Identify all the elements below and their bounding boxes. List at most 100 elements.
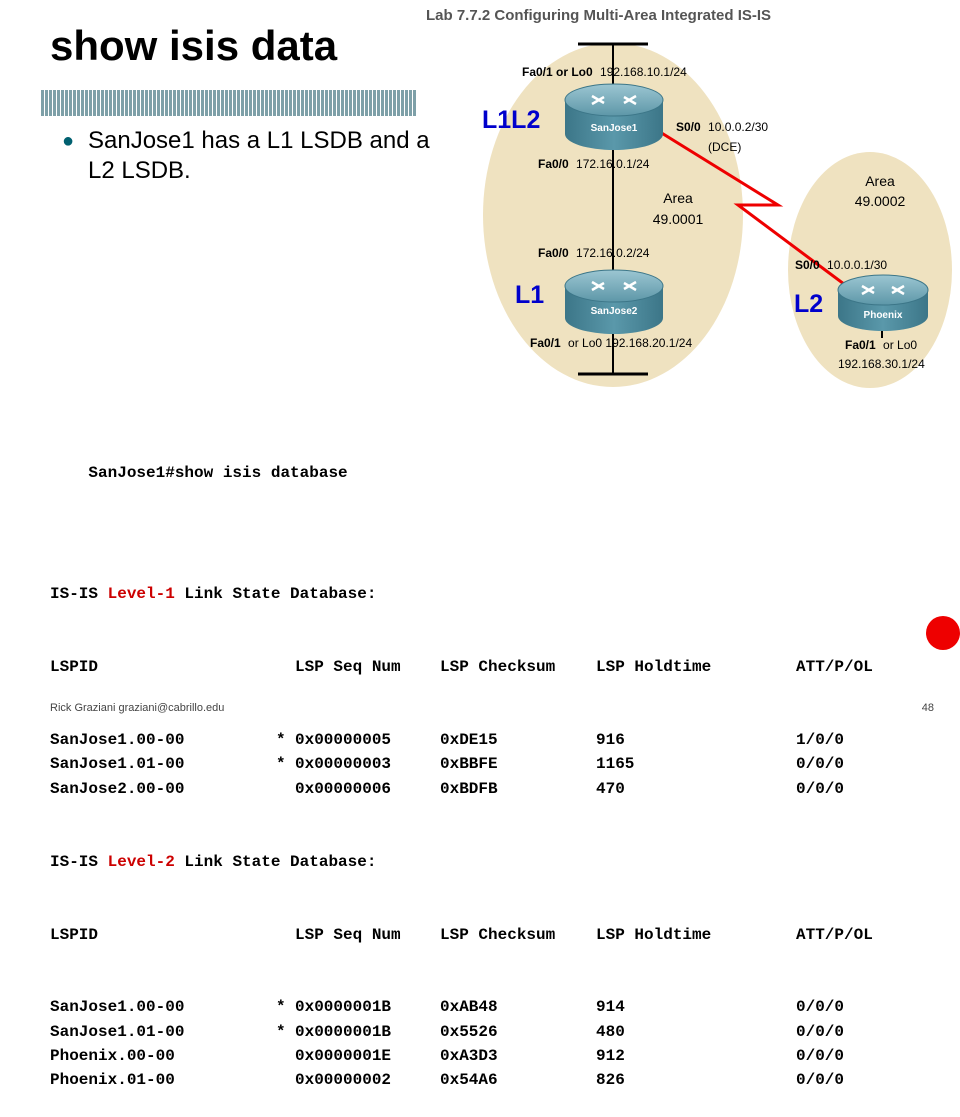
lspid-cell: Phoenix.00-00 [50, 1047, 175, 1066]
phoenix-fa01-label: Fa0/1 [845, 338, 876, 352]
holdtime-cell: 914 [596, 998, 625, 1017]
lspid-cell: SanJose2.00-00 [50, 779, 185, 798]
local-lsp-marker: * [276, 731, 286, 750]
level2-lsp-row: SanJose1.01-00 * 0x0000001B 0x5526 480 0/0/0 [50, 1020, 844, 1044]
red-circle-marker [926, 616, 960, 650]
att-p-ol-cell: 0/0/0 [796, 779, 845, 798]
sanjose2-fa00-label: Fa0/0 [538, 246, 569, 260]
seq-num-header: LSP Seq Num [295, 925, 401, 944]
level2-heading: IS-IS Level-2 Link State Database: [50, 850, 376, 874]
sanjose1-fa00-ip: 172.16.0.1/24 [576, 157, 650, 171]
bullet-icon: ● [62, 130, 75, 152]
page-number: 48 [921, 702, 934, 714]
local-lsp-marker: * [276, 1022, 286, 1041]
checksum-cell: 0x5526 [440, 1022, 498, 1041]
holdtime-cell: 1165 [596, 755, 635, 774]
lspid-cell: SanJose1.01-00 [50, 1022, 185, 1041]
seq-num-cell: 0x0000001B [295, 1022, 392, 1041]
sanjose1-s00-label: S0/0 [676, 120, 701, 134]
att-p-ol-cell: 0/0/0 [796, 1071, 845, 1090]
level1-word: Level-1 [107, 585, 175, 604]
phoenix-fa01-ip: 192.168.30.1/24 [838, 357, 925, 371]
phoenix-fa01-or: or Lo0 [883, 338, 917, 352]
lspid-cell: Phoenix.01-00 [50, 1071, 175, 1090]
cli-output: SanJose1#show isis database IS-IS Level-… [50, 388, 873, 1117]
level2-lsp-row: Phoenix.00-00 0x0000001E 0xA3D3 912 0/0/0 [50, 1044, 844, 1068]
checksum-cell: 0xAB48 [440, 998, 498, 1017]
seq-num-cell: 0x0000001E [295, 1047, 392, 1066]
phoenix-s00-label: S0/0 [795, 258, 820, 272]
att-p-ol-cell: 0/0/0 [796, 998, 845, 1017]
lspid-header: LSPID [50, 658, 99, 677]
svg-text:Fa0/1 or Lo0 192.168.20.: Fa0/1 or Lo0 192.168.20.1/24 [530, 336, 692, 350]
level1-lsp-row: SanJose2.00-00 0x00000006 0xBDFB 470 0/0/0 [50, 777, 844, 801]
level1-prefix: IS-IS [50, 585, 108, 604]
level2-word: Level-2 [107, 852, 175, 871]
level1-lsp-row: SanJose1.00-00 * 0x00000005 0xDE15 916 1/0/0 [50, 728, 844, 752]
holdtime-cell: 826 [596, 1071, 625, 1090]
att-p-ol-header: ATT/P/OL [796, 925, 873, 944]
checksum-cell: 0xBDFB [440, 779, 498, 798]
svg-text:S0/0 10.0.0.2/30: S0/0 10.0.0.2/30 [676, 120, 768, 134]
cli-command: SanJose1#show isis database [88, 463, 348, 482]
att-p-ol-cell: 1/0/0 [796, 731, 845, 750]
level2-prefix: IS-IS [50, 852, 108, 871]
area2-id: 49.0002 [855, 193, 906, 209]
sanjose1-level-tag: L1L2 [482, 106, 540, 134]
sanjose2-router-label: SanJose2 [591, 306, 638, 317]
lspid-cell: SanJose1.00-00 [50, 998, 185, 1017]
area1-label: Area [663, 190, 693, 206]
lab-title: Lab 7.7.2 Configuring Multi-Area Integra… [426, 7, 771, 24]
level2-lsp-row: SanJose1.00-00 * 0x0000001B 0xAB48 914 0/0/0 [50, 995, 844, 1019]
area1-id: 49.0001 [653, 211, 704, 227]
sanjose1-router-icon: SanJose1 [564, 83, 664, 150]
seq-num-cell: 0x00000006 [295, 779, 392, 798]
footer-author: Rick Graziani graziani@cabrillo.edu [50, 702, 225, 714]
lspid-cell: SanJose1.00-00 [50, 731, 185, 750]
checksum-cell: 0xDE15 [440, 731, 498, 750]
sanjose2-fa00-ip: 172.16.0.2/24 [576, 246, 650, 260]
phoenix-router-label: Phoenix [864, 310, 903, 321]
level2-lsp-row: Phoenix.01-00 0x00000002 0x54A6 826 0/0/0 [50, 1068, 844, 1092]
level1-lsp-row: SanJose1.01-00 * 0x00000003 0xBBFE 1165 0/0/0 [50, 752, 844, 776]
checksum-cell: 0x54A6 [440, 1071, 498, 1090]
sanjose1-fa01-ip: 192.168.10.1/24 [600, 65, 687, 79]
level2-table-header: LSPID LSP Seq Num LSP Checksum LSP Holdtime… [50, 923, 873, 947]
slide-title: show isis data [50, 22, 338, 69]
sanjose1-fa01-label: Fa0/1 or Lo0 [522, 65, 593, 79]
holdtime-cell: 916 [596, 731, 625, 750]
holdtime-cell: 480 [596, 1022, 625, 1041]
seq-num-header: LSP Seq Num [295, 658, 401, 677]
sanjose2-level-tag: L1 [515, 281, 544, 309]
svg-text:S0/0 10.0.0.1/30: S0/0 10.0.0.1/30 [795, 258, 887, 272]
checksum-cell: 0xA3D3 [440, 1047, 498, 1066]
title-underline-bar [40, 90, 416, 116]
seq-num-cell: 0x00000002 [295, 1071, 392, 1090]
phoenix-s00-ip: 10.0.0.1/30 [827, 258, 887, 272]
level2-suffix: Link State Database: [174, 852, 377, 871]
sanjose1-s00-ip: 10.0.0.2/30 [708, 120, 768, 134]
holdtime-cell: 912 [596, 1047, 625, 1066]
area2-label: Area [865, 173, 895, 189]
sanjose1-fa00-label: Fa0/0 [538, 157, 569, 171]
checksum-header: LSP Checksum [440, 658, 556, 677]
sanjose1-router-label: SanJose1 [591, 123, 638, 134]
sanjose2-fa01-ip: or Lo0 192.168.20.1/24 [568, 336, 692, 350]
sanjose2-fa01-label: Fa0/1 [530, 336, 561, 350]
level1-suffix: Link State Database: [174, 585, 377, 604]
svg-text:Fa0/0 172.16.0.2/24: Fa0/0 172.16.0.2/24 [538, 246, 650, 260]
seq-num-cell: 0x00000003 [295, 755, 392, 774]
att-p-ol-header: ATT/P/OL [796, 658, 873, 677]
phoenix-router-icon: Phoenix [837, 274, 929, 331]
holdtime-cell: 470 [596, 779, 625, 798]
local-lsp-marker: * [276, 755, 286, 774]
att-p-ol-cell: 0/0/0 [796, 755, 845, 774]
att-p-ol-cell: 0/0/0 [796, 1047, 845, 1066]
phoenix-level-tag: L2 [794, 290, 823, 318]
svg-text:Fa0/1 or Lo0 192.168.10.: Fa0/1 or Lo0 192.168.10.1/24 [522, 65, 687, 79]
level1-table-header: LSPID LSP Seq Num LSP Checksum LSP Holdtime… [50, 655, 873, 679]
dce-label: (DCE) [708, 140, 741, 154]
checksum-header: LSP Checksum [440, 925, 556, 944]
seq-num-cell: 0x00000005 [295, 731, 392, 750]
holdtime-header: LSP Holdtime [596, 925, 712, 944]
